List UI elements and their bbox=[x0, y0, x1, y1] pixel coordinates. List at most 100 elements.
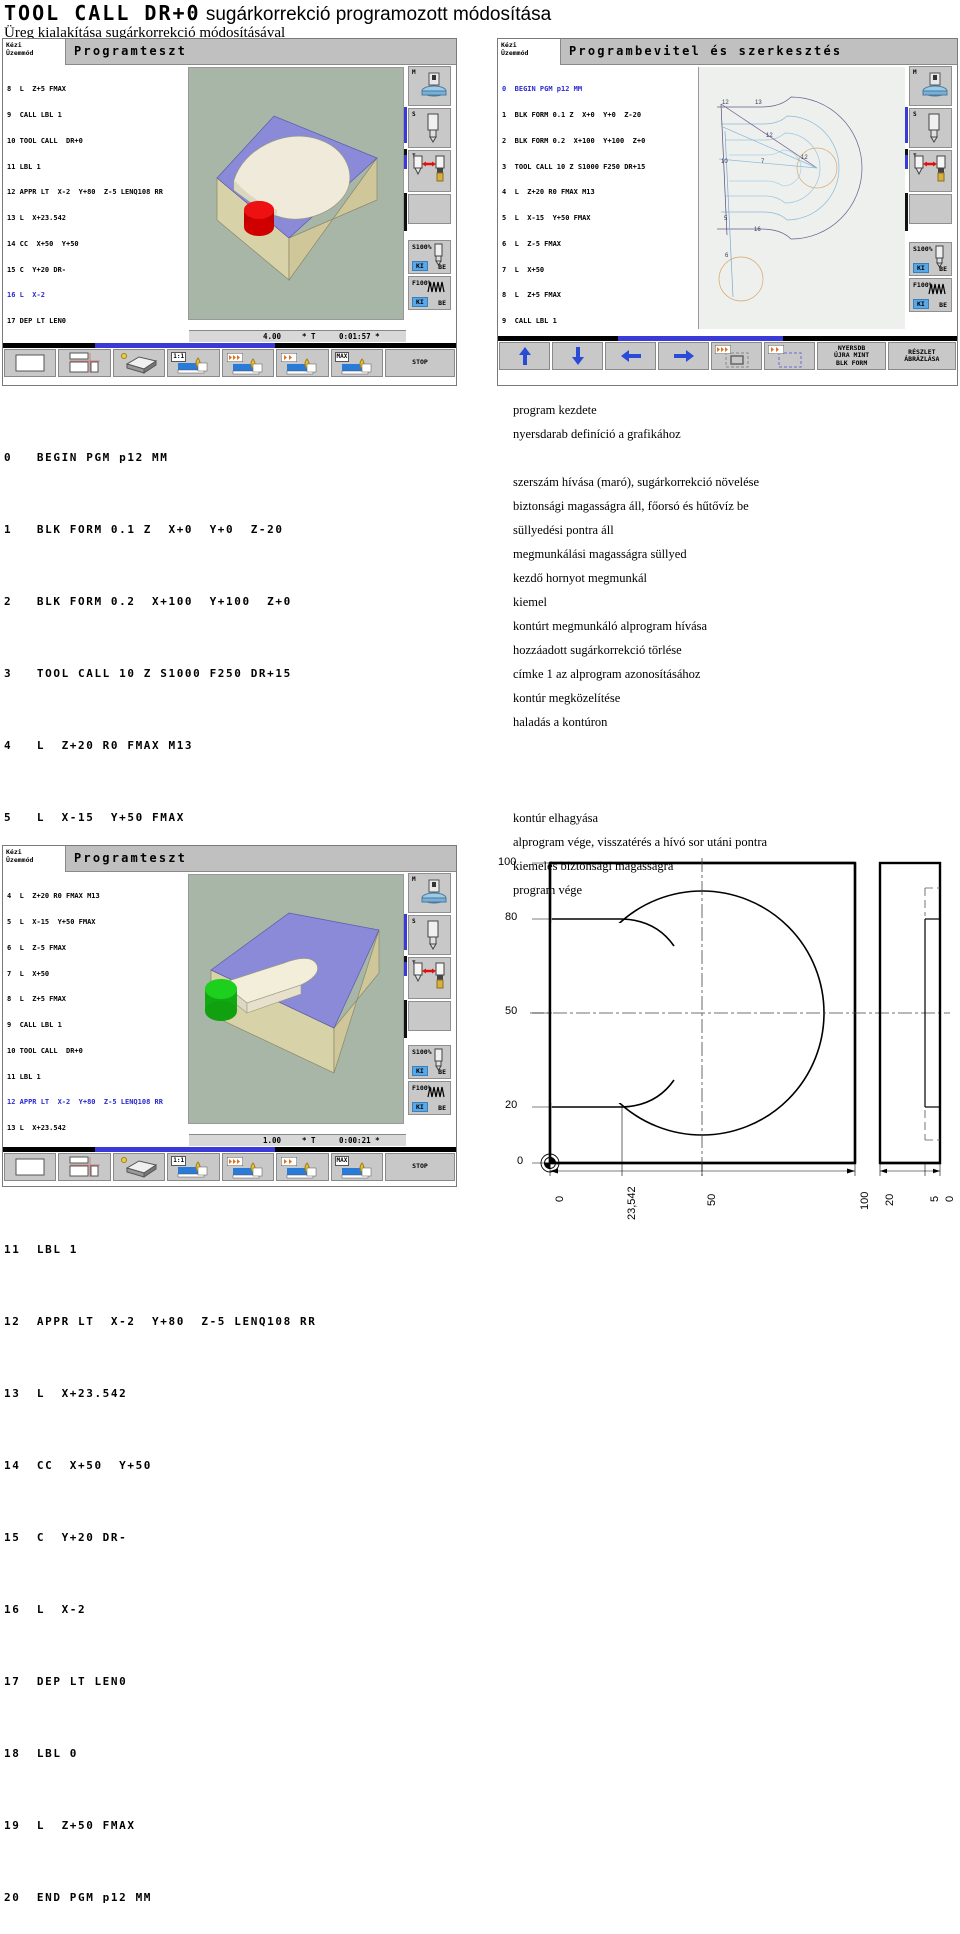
spindle-override-label: S100% bbox=[412, 243, 432, 251]
feed-override-off-right[interactable]: BE bbox=[939, 301, 947, 309]
spindle-override-on[interactable]: KI bbox=[412, 261, 428, 271]
softkey-scale-1to1-bottom[interactable]: 1:1 bbox=[167, 1153, 220, 1181]
softkey-pan-up[interactable] bbox=[499, 342, 551, 370]
softkey-3d-view[interactable] bbox=[112, 349, 166, 377]
program-line[interactable]: 6 L Z-5 FMAX bbox=[502, 240, 698, 249]
status-scale-value: 4.00 bbox=[263, 332, 282, 341]
program-listing-right[interactable]: 0 BEGIN PGM p12 MM 1 BLK FORM 0.1 Z X+0 … bbox=[498, 65, 698, 335]
program-line[interactable]: 7 L X+50 bbox=[502, 266, 698, 275]
program-line[interactable]: 6 L Z-5 FMAX bbox=[7, 944, 188, 953]
program-line[interactable]: 4 L Z+20 R0 FMAX M13 bbox=[502, 188, 698, 197]
program-line[interactable]: 8 L Z+5 FMAX bbox=[502, 291, 698, 300]
spindle-override-off-right[interactable]: BE bbox=[939, 265, 947, 273]
program-line[interactable]: 10 TOOL CALL DR+0 bbox=[7, 137, 188, 146]
softkey-step-fast[interactable] bbox=[221, 349, 275, 377]
softkey-blank-window-bottom[interactable] bbox=[4, 1153, 57, 1181]
program-listing-bottom[interactable]: 4 L Z+20 R0 FMAX M13 5 L X-15 Y+50 FMAX … bbox=[3, 872, 188, 1134]
program-line[interactable]: 7 L X+50 bbox=[7, 970, 188, 979]
program-line[interactable]: 4 L Z+20 R0 FMAX M13 bbox=[7, 892, 188, 901]
program-line[interactable]: 9 CALL LBL 1 bbox=[502, 317, 698, 326]
listing-row: 3 TOOL CALL 10 Z S1000 F250 DR+15 bbox=[4, 662, 474, 686]
comment-row: süllyedési pontra áll bbox=[513, 523, 614, 537]
listing-code: BEGIN PGM p12 MM bbox=[36, 451, 169, 464]
feed-override-off[interactable]: BE bbox=[438, 299, 446, 307]
softkey-split-window-bottom[interactable] bbox=[58, 1153, 111, 1181]
softkey-pan-left[interactable] bbox=[605, 342, 657, 370]
workpiece-3d-graphic[interactable] bbox=[188, 67, 404, 320]
program-line[interactable]: 12 APPR LT X-2 Y+80 Z-5 LENQ108 RR bbox=[7, 188, 188, 197]
softkey-blk-form[interactable]: NYERSDB ÚJRA MINT BLK FORM bbox=[817, 342, 886, 370]
cnc-header-bottom: Kézi Üzemmód Programteszt bbox=[3, 846, 456, 872]
listing-code: BLK FORM 0.2 X+100 Y+100 Z+0 bbox=[36, 595, 292, 608]
softkey-section-window[interactable] bbox=[711, 342, 763, 370]
softkey-max-speed[interactable]: MAX bbox=[330, 349, 383, 377]
spindle-override-on-bottom[interactable]: KI bbox=[412, 1066, 428, 1076]
program-line[interactable]: 8 L Z+5 FMAX bbox=[7, 85, 188, 94]
program-line[interactable]: 13 L X+23.542 bbox=[7, 214, 188, 223]
softkey-frame-window[interactable] bbox=[764, 342, 816, 370]
program-line[interactable]: 11 LBL 1 bbox=[7, 1073, 188, 1082]
program-line[interactable]: 14 CC X+50 Y+50 bbox=[7, 240, 188, 249]
program-line[interactable]: 15 C Y+20 DR- bbox=[7, 266, 188, 275]
program-line-highlighted[interactable]: 12 APPR LT X-2 Y+80 Z-5 LENQ108 RR bbox=[7, 1098, 188, 1107]
program-line[interactable]: 13 L X+23.542 bbox=[7, 1124, 188, 1133]
softkey-step-slow[interactable] bbox=[276, 349, 329, 377]
spindle-override-box[interactable]: S100% KI BE bbox=[408, 240, 451, 274]
program-line[interactable]: 5 L X-15 Y+50 FMAX bbox=[7, 918, 188, 927]
feed-override-box-right[interactable]: F100% KI BE bbox=[909, 278, 952, 312]
comment-row: alprogram vége, visszatérés a hívó sor u… bbox=[513, 835, 768, 849]
softkey-pan-down[interactable] bbox=[552, 342, 604, 370]
program-listing[interactable]: 8 L Z+5 FMAX 9 CALL LBL 1 10 TOOL CALL D… bbox=[3, 65, 188, 330]
listing-line-number: 5 bbox=[4, 811, 13, 824]
softkey-stop-bottom[interactable]: STOP bbox=[384, 1153, 456, 1181]
contour-label-10: 10 bbox=[721, 159, 728, 165]
feed-override-on-bottom[interactable]: KI bbox=[412, 1102, 428, 1112]
status-side-column: M S T bbox=[404, 65, 452, 330]
contour-graphic[interactable]: 12 13 12 12 10 7 5 16 6 bbox=[698, 67, 905, 329]
softkey-pan-right[interactable] bbox=[658, 342, 710, 370]
cnc-header-right: Kézi Üzemmód Programbevitel és szerkeszt… bbox=[498, 39, 957, 65]
cnc-screen-top-left: Kézi Üzemmód Programteszt 8 L Z+5 FMAX 9… bbox=[2, 38, 457, 386]
spindle-override-box-right[interactable]: S100% KI BE bbox=[909, 242, 952, 276]
softkey-split-window[interactable] bbox=[58, 349, 111, 377]
feed-override-off-bottom[interactable]: BE bbox=[438, 1104, 446, 1112]
progress-fill-right bbox=[618, 336, 783, 341]
softkey-3d-view-bottom[interactable] bbox=[112, 1153, 166, 1181]
spindle-override-off-bottom[interactable]: BE bbox=[438, 1068, 446, 1076]
feed-override-on[interactable]: KI bbox=[412, 297, 428, 307]
solid-block-icon bbox=[121, 1157, 158, 1178]
spindle-override-on-right[interactable]: KI bbox=[913, 263, 929, 273]
tool-change-icon bbox=[914, 155, 946, 182]
spindle-override-box-bottom[interactable]: S100% KI BE bbox=[408, 1045, 451, 1079]
softkey-stop[interactable]: STOP bbox=[384, 349, 456, 377]
workpiece-3d-graphic-bottom[interactable] bbox=[188, 874, 404, 1124]
softkey-blank-window[interactable] bbox=[4, 349, 57, 377]
program-line[interactable]: 11 LBL 1 bbox=[7, 163, 188, 172]
program-line-highlighted[interactable]: 0 BEGIN PGM p12 MM bbox=[502, 85, 698, 94]
listing-row: 20 END PGM p12 MM bbox=[4, 1886, 474, 1910]
program-line[interactable]: 3 TOOL CALL 10 Z S1000 F250 DR+15 bbox=[502, 163, 698, 172]
softkey-max-speed-bottom[interactable]: MAX bbox=[330, 1153, 383, 1181]
feed-override-on-right[interactable]: KI bbox=[913, 299, 929, 309]
spindle-override-off[interactable]: BE bbox=[438, 263, 446, 271]
program-line[interactable]: 8 L Z+5 FMAX bbox=[7, 995, 188, 1004]
softkey-step-fast-bottom[interactable] bbox=[221, 1153, 275, 1181]
program-line-highlighted[interactable]: 16 L X-2 bbox=[7, 291, 188, 300]
program-line[interactable]: 9 CALL LBL 1 bbox=[7, 111, 188, 120]
blank-window-icon bbox=[15, 354, 45, 372]
program-line[interactable]: 1 BLK FORM 0.1 Z X+0 Y+0 Z-20 bbox=[502, 111, 698, 120]
listing-code: LBL 0 bbox=[36, 1747, 79, 1760]
feed-override-box[interactable]: F100% KI BE bbox=[408, 276, 451, 310]
softkey-step-slow-bottom[interactable] bbox=[276, 1153, 329, 1181]
program-line[interactable]: 9 CALL LBL 1 bbox=[7, 1021, 188, 1030]
program-line[interactable]: 17 DEP LT LEN0 bbox=[7, 317, 188, 326]
program-line[interactable]: 5 L X-15 Y+50 FMAX bbox=[502, 214, 698, 223]
feed-override-box-bottom[interactable]: F100% KI BE bbox=[408, 1081, 451, 1115]
listing-row: 19 L Z+50 FMAX bbox=[4, 1814, 474, 1838]
softkey-scale-1to1[interactable]: 1:1 bbox=[167, 349, 220, 377]
status-label-m: M bbox=[412, 69, 416, 76]
program-line[interactable]: 10 TOOL CALL DR+0 bbox=[7, 1047, 188, 1056]
status-label-m-bottom: M bbox=[412, 876, 416, 883]
program-line[interactable]: 2 BLK FORM 0.2 X+100 Y+100 Z+0 bbox=[502, 137, 698, 146]
softkey-detail-view[interactable]: RÉSZLET ÁBRÁZLÁSA bbox=[887, 342, 956, 370]
